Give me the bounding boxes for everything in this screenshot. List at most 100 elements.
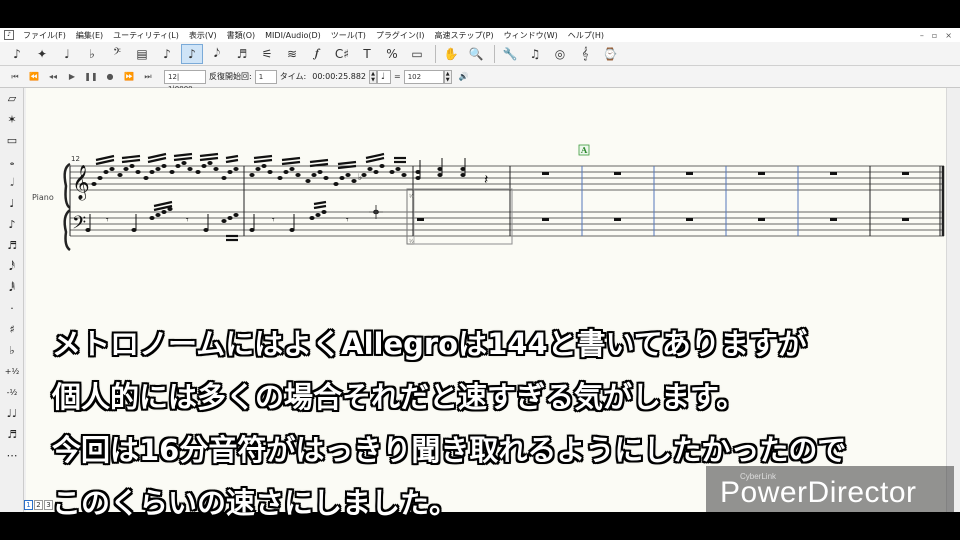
menu-edit[interactable]: 編集(E) (71, 30, 108, 41)
crosshair-cursor-icon (369, 205, 383, 219)
menu-tools[interactable]: ツール(T) (326, 30, 371, 41)
treble-chord-stems (419, 158, 466, 178)
vertical-scrollbar[interactable] (946, 88, 960, 512)
note-spinner[interactable]: ▲ ▼ (369, 69, 377, 84)
highlighted-barlines (581, 166, 799, 236)
pause-icon[interactable]: ❚❚ (82, 69, 100, 85)
beam-icon[interactable]: ♬ (0, 424, 24, 445)
breve-icon[interactable]: ▭ (0, 130, 24, 151)
tuplet-tool-icon[interactable]: 𝅘𝅥𝅮 (206, 44, 228, 64)
close-icon[interactable]: × (945, 31, 952, 40)
tempo-field[interactable]: 102 (403, 69, 444, 84)
repeat-count-select[interactable]: 1 (254, 69, 277, 84)
tempo-spinner[interactable]: ▲ ▼ (443, 69, 452, 84)
grand-staff-brace (63, 162, 71, 210)
barlines (69, 166, 945, 236)
resize-tool-icon[interactable]: % (381, 44, 403, 64)
sixteenth-note-icon[interactable]: ♬ (0, 235, 24, 256)
powerdirector-watermark: CyberLink PowerDirector (706, 466, 954, 512)
expression-tool-icon[interactable]: ≋ (281, 44, 303, 64)
half-note-icon[interactable]: 𝅗𝅥 (0, 172, 24, 193)
staff-styles-icon[interactable]: 𝄞 (574, 44, 596, 64)
bass-clef: 𝄢 (72, 213, 86, 238)
menu-plugins[interactable]: プラグイン(I) (371, 30, 430, 41)
zoom-icon[interactable]: 🔍 (465, 44, 487, 64)
eighth-note-icon[interactable]: ♪ (0, 214, 24, 235)
treble-clef: 𝄞 (72, 165, 90, 201)
hand-grabber-icon[interactable]: ✋ (440, 44, 462, 64)
tempo-note-icon[interactable]: ♩ (377, 69, 391, 84)
whole-note-icon[interactable]: 𝅝 (0, 151, 24, 172)
fast-forward-icon[interactable]: ⏩ (120, 69, 138, 85)
app-icon[interactable]: ♪ (4, 30, 14, 40)
measure-counter-field[interactable]: 12| 1|0000 (164, 69, 206, 93)
menu-window[interactable]: ウィンドウ(W) (499, 30, 563, 41)
time-signature-tool-icon[interactable]: ♭ (81, 44, 103, 64)
speaker-icon[interactable]: 🔊 (455, 69, 473, 85)
menu-speedy-entry[interactable]: 高速ステップ(P) (430, 30, 499, 41)
metronome-icon[interactable]: ⌚ (599, 44, 621, 64)
speedy-entry-tool-icon[interactable]: ♪ (181, 43, 203, 64)
rehearsal-mark: A (580, 145, 588, 155)
rewind-to-start-icon[interactable]: ⏮ (6, 69, 24, 85)
eighth-rest: 𝄾 (186, 215, 189, 226)
forward-to-end-icon[interactable]: ⏭ (139, 69, 157, 85)
playback-tool-icon[interactable]: ◎ (549, 44, 571, 64)
text-tool-icon[interactable]: T (356, 44, 378, 64)
eighth-rest: 𝄾 (272, 215, 275, 226)
key-signature-tool-icon[interactable]: ♩ (56, 44, 78, 64)
instrument-name: Piano (32, 193, 54, 202)
sharp-icon[interactable]: ♯ (0, 319, 24, 340)
restore-icon[interactable]: ▫ (932, 31, 937, 40)
grand-staff-brace (63, 209, 71, 252)
mirror-tool-icon[interactable]: ♫ (524, 44, 546, 64)
record-icon[interactable]: ● (101, 69, 119, 85)
menu-help[interactable]: ヘルプ(H) (563, 30, 609, 41)
menu-view[interactable]: 表示(V) (184, 30, 222, 41)
smart-shape-tool-icon[interactable]: ♬ (231, 44, 253, 64)
thirty-second-note-icon[interactable]: 𝅘𝅥𝅰 (0, 256, 24, 277)
time-readout: 00:00:25.882 (312, 72, 366, 81)
menu-midi-audio[interactable]: MIDI/Audio(D) (260, 31, 326, 40)
menu-file[interactable]: ファイル(F) (18, 30, 71, 41)
more-icon[interactable]: ⋯ (0, 445, 24, 466)
repeat-start-label: 反復開始回: (209, 72, 252, 81)
page-tab-2[interactable]: 2 (34, 500, 43, 510)
page-tab-1[interactable]: 1 (24, 500, 33, 510)
main-tool-palette: ♪ ✦ ♩ ♭ 𝄢 ▤ ♪ ♪ 𝅘𝅥𝅮 ♬ ⚟ ≋ 𝆑 C♯ T % ▭ ✋ 🔍… (0, 42, 960, 66)
dot-icon[interactable]: · (0, 298, 24, 319)
staff-tool-icon[interactable]: ✦ (31, 44, 53, 64)
playback-controls: ⏮ ⏪ ◂◂ ▶ ❚❚ ● ⏩ ⏭ 12| 1|0000 反復開始回: 1 タイ… (0, 66, 960, 93)
simple-entry-tool-icon[interactable]: ♪ (156, 44, 178, 64)
play-icon[interactable]: ▶ (63, 69, 81, 85)
bass-beams (153, 200, 327, 242)
chord-tool-icon[interactable]: C♯ (331, 44, 353, 64)
lower-half-step-icon[interactable]: -½ (0, 382, 24, 403)
measure-number: 12 (71, 155, 80, 163)
selection-tool-icon[interactable]: ♪ (6, 44, 28, 64)
menu-document[interactable]: 書類(O) (222, 30, 261, 41)
dynamics-tool-icon[interactable]: 𝆑 (306, 44, 328, 64)
utilities-wrench-icon[interactable]: 🔧 (499, 44, 521, 64)
menu-utilities[interactable]: ユーティリティ(L) (108, 30, 184, 41)
star-icon[interactable]: ✶ (0, 109, 24, 130)
step-back-icon[interactable]: ◂◂ (44, 69, 62, 85)
eraser-icon[interactable]: ▱ (0, 88, 24, 109)
sixty-fourth-note-icon[interactable]: 𝅘𝅥𝅱 (0, 277, 24, 298)
treble-staff-lines (70, 165, 944, 191)
page-tabs: 1 2 3 (24, 500, 54, 512)
clef-tool-icon[interactable]: 𝄢 (106, 44, 128, 64)
graphics-tool-icon[interactable]: ▭ (406, 44, 428, 64)
measure-tool-icon[interactable]: ▤ (131, 44, 153, 64)
quarter-note-icon[interactable]: ♩ (0, 193, 24, 214)
eighth-rest: 𝄾 (346, 215, 349, 226)
frame-bottom-label: ½ (409, 238, 414, 245)
raise-half-step-icon[interactable]: +½ (0, 361, 24, 382)
speedy-entry-palette: ▱ ✶ ▭ 𝅝 𝅗𝅥 ♩ ♪ ♬ 𝅘𝅥𝅰 𝅘𝅥𝅱 · ♯ ♭ +½ -½ ♩♩ … (0, 88, 24, 512)
tie-notes-icon[interactable]: ♩♩ (0, 403, 24, 424)
watermark-brand-large: PowerDirector (720, 476, 917, 509)
rewind-icon[interactable]: ⏪ (25, 69, 43, 85)
minimize-icon[interactable]: – (920, 31, 924, 40)
flat-icon[interactable]: ♭ (0, 340, 24, 361)
articulation-tool-icon[interactable]: ⚟ (256, 44, 278, 64)
